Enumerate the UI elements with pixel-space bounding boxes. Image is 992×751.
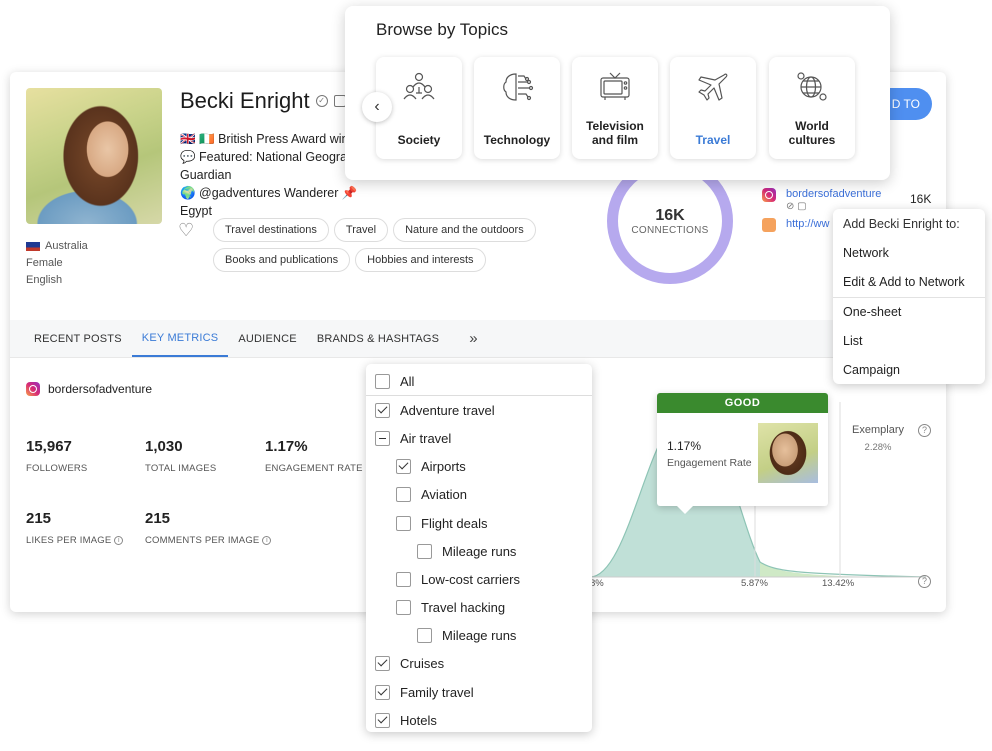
- tag-list: Travel destinations Travel Nature and th…: [213, 218, 543, 272]
- profile-name: Becki Enright ✓: [180, 88, 346, 114]
- verified-icon: ✓: [315, 95, 328, 107]
- topic-card-world-cultures[interactable]: World cultures: [769, 57, 855, 159]
- instagram-link[interactable]: bordersofadventure: [786, 188, 881, 200]
- info-icon[interactable]: i: [114, 535, 124, 545]
- profile-meta: Australia Female English: [26, 238, 88, 289]
- menu-item-campaign[interactable]: Campaign: [833, 356, 985, 385]
- checkbox-checked[interactable]: [375, 684, 390, 700]
- band-exemplary-label: Exemplary 2.28%: [852, 424, 904, 453]
- metric-followers: 15,967 FOLLOWERS: [26, 438, 88, 474]
- checkbox[interactable]: [396, 571, 411, 587]
- topic-filter-checklist: All Adventure travel Air travel Airports…: [366, 364, 592, 732]
- checkbox-air-travel[interactable]: Air travel: [366, 424, 592, 452]
- checkbox-partial[interactable]: [375, 430, 390, 446]
- metrics-account: bordersofadventure: [26, 382, 152, 396]
- checkbox[interactable]: [396, 515, 411, 531]
- website-icon: [762, 218, 776, 232]
- tag[interactable]: Travel: [333, 218, 389, 242]
- metric-total-images: 1,030 TOTAL IMAGES: [145, 438, 217, 474]
- info-icon[interactable]: i: [262, 535, 272, 545]
- checkbox-family-travel[interactable]: Family travel: [366, 678, 592, 706]
- checkbox-aviation[interactable]: Aviation: [366, 481, 592, 509]
- brain-circuit-icon: [503, 73, 534, 101]
- add-to-menu: Add Becki Enright to: Network Edit & Add…: [833, 209, 985, 384]
- tab-recent-posts[interactable]: RECENT POSTS: [24, 320, 132, 357]
- menu-item-list[interactable]: List: [833, 327, 985, 356]
- checkbox-adventure-travel[interactable]: Adventure travel: [366, 396, 592, 424]
- checkbox-checked[interactable]: [375, 712, 390, 728]
- topic-card-technology[interactable]: Technology: [474, 57, 560, 159]
- country: Australia: [26, 238, 88, 255]
- tab-brands-hashtags[interactable]: BRANDS & HASHTAGS: [307, 320, 449, 357]
- tv-icon: [600, 72, 630, 100]
- instagram-follower-count: 16K: [910, 192, 932, 206]
- menu-item-edit-add-network[interactable]: Edit & Add to Network: [833, 268, 985, 297]
- engagement-tooltip: GOOD 1.17% Engagement Rate: [657, 393, 828, 514]
- checkbox-all[interactable]: All: [366, 368, 592, 397]
- checkbox[interactable]: [417, 543, 432, 559]
- help-icon[interactable]: ?: [918, 575, 931, 588]
- checkbox-checked[interactable]: [396, 459, 411, 475]
- instagram-icon: [762, 188, 776, 202]
- checkbox[interactable]: [417, 628, 432, 644]
- globe-people-icon: [797, 72, 827, 101]
- profile-tabs: RECENT POSTS KEY METRICS AUDIENCE BRANDS…: [10, 320, 946, 358]
- more-tabs-icon[interactable]: »: [449, 320, 488, 357]
- tab-key-metrics[interactable]: KEY METRICS: [131, 320, 229, 357]
- people-icon: [403, 72, 435, 100]
- australia-flag-icon: [26, 241, 40, 251]
- tab-audience[interactable]: AUDIENCE: [228, 320, 306, 357]
- instagram-icon: [26, 382, 40, 396]
- checkbox-checked[interactable]: [375, 656, 390, 672]
- checkbox-flight-deals[interactable]: Flight deals: [366, 509, 592, 537]
- help-icon[interactable]: ?: [918, 424, 931, 437]
- axis-label: 5.87%: [741, 578, 768, 589]
- metric-comments-per-image: 215 COMMENTS PER IMAGE i: [145, 510, 272, 546]
- checkbox-mileage-runs[interactable]: Mileage runs: [366, 537, 592, 565]
- tag[interactable]: Nature and the outdoors: [393, 218, 536, 242]
- checkbox-hotels[interactable]: Hotels: [366, 706, 592, 734]
- airplane-icon: [698, 73, 728, 101]
- metric-likes-per-image: 215 LIKES PER IMAGE i: [26, 510, 124, 546]
- axis-label: 13.42%: [822, 578, 855, 589]
- checkbox-low-cost-carriers[interactable]: Low-cost carriers: [366, 565, 592, 593]
- excellent-band-area: [760, 562, 840, 577]
- tag[interactable]: Books and publications: [213, 248, 351, 272]
- profile-photo: [26, 88, 162, 224]
- briefcase-icon: [333, 95, 346, 107]
- metric-engagement-rate: 1.17% ENGAGEMENT RATE: [265, 438, 363, 474]
- menu-item-one-sheet[interactable]: One-sheet: [833, 298, 985, 327]
- menu-item-network[interactable]: Network: [833, 239, 985, 268]
- checkbox[interactable]: [396, 487, 411, 503]
- topic-card-television-film[interactable]: Television and film: [572, 57, 658, 159]
- browse-topics-panel: Browse by Topics ‹ Society Technology Te…: [345, 6, 890, 180]
- checkbox[interactable]: [396, 600, 411, 616]
- website-link[interactable]: http://ww: [786, 218, 829, 230]
- carousel-prev-button[interactable]: ‹: [362, 92, 392, 122]
- gender: Female: [26, 257, 63, 269]
- checkbox-cruises[interactable]: Cruises: [366, 650, 592, 678]
- favorite-heart-icon[interactable]: ♡: [178, 220, 194, 241]
- tag[interactable]: Hobbies and interests: [355, 248, 486, 272]
- checkbox[interactable]: [375, 374, 390, 390]
- checkbox-mileage-runs[interactable]: Mileage runs: [366, 622, 592, 650]
- checkbox-travel-hacking[interactable]: Travel hacking: [366, 594, 592, 622]
- checkbox-checked[interactable]: [375, 402, 390, 418]
- topic-card-travel[interactable]: Travel: [670, 57, 756, 159]
- checkbox-airports[interactable]: Airports: [366, 453, 592, 481]
- axis-label: 8%: [590, 578, 604, 589]
- profile-bio: 🇬🇧 🇮🇪 British Press Award winn 💬 Feature…: [180, 132, 358, 218]
- post-thumbnail: [758, 423, 818, 483]
- language: English: [26, 274, 63, 286]
- tag[interactable]: Travel destinations: [213, 218, 329, 242]
